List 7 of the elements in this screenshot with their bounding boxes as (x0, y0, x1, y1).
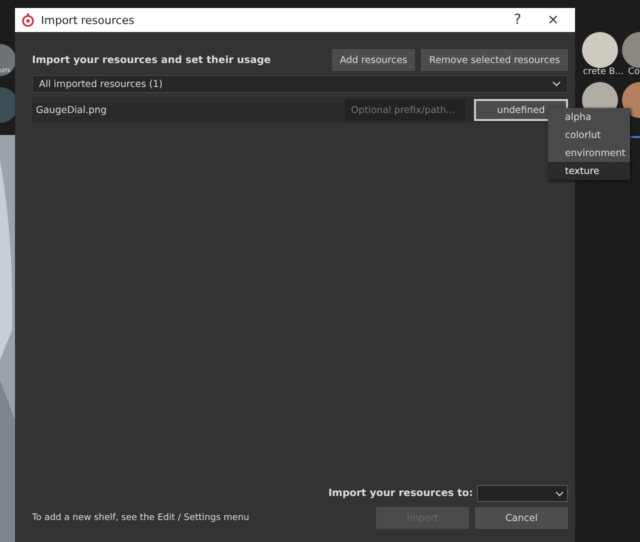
hint-text: To add a new shelf, see the Edit / Settings menu (32, 513, 250, 523)
shelf-label: crete B... (583, 67, 624, 77)
window-title: Import resources (41, 14, 136, 26)
section-heading: Import your resources and set their usage (32, 54, 272, 66)
destination-label: Import your resources to: (328, 488, 473, 499)
file-name: GaugeDial.png (35, 104, 108, 116)
shelf-label: Co (628, 67, 640, 77)
